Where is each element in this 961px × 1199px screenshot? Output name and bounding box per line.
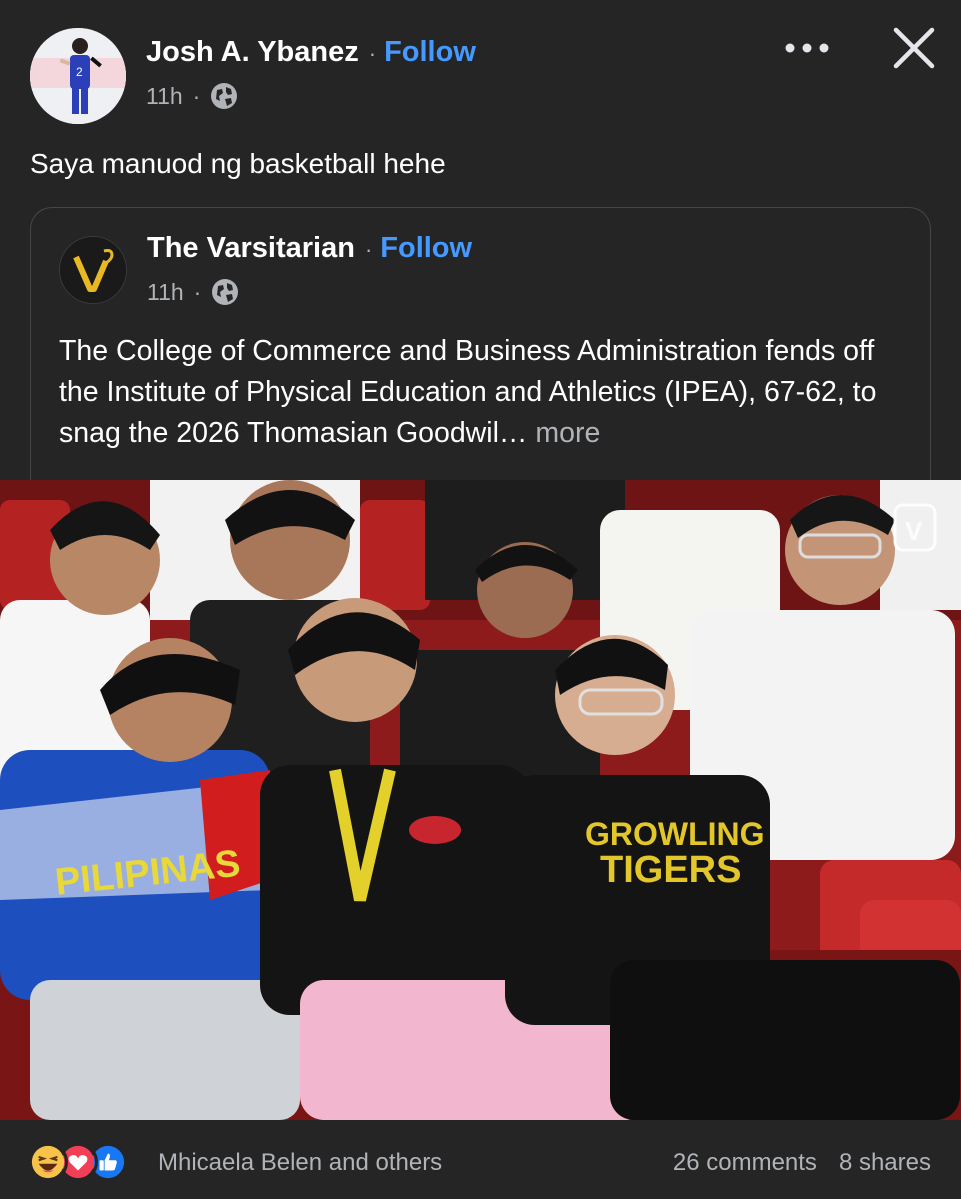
follow-page-button[interactable]: Follow: [380, 232, 472, 265]
globe-icon: [211, 83, 238, 109]
separator-dot: ·: [368, 41, 377, 66]
reactors-text[interactable]: Mhicaela Belen and others: [158, 1149, 442, 1177]
author-avatar[interactable]: 2: [30, 28, 126, 124]
meta-dot: ·: [192, 82, 201, 109]
shared-meta: 11h ·: [147, 278, 239, 306]
photo-watermark: V: [905, 516, 923, 546]
meta-dot: ·: [193, 278, 202, 305]
svg-text:2: 2: [76, 65, 83, 79]
author-name[interactable]: Josh A. Ybanez: [146, 36, 359, 69]
close-icon[interactable]: [892, 26, 936, 70]
separator-dot: ·: [364, 237, 373, 262]
shared-timestamp[interactable]: 11h: [147, 279, 184, 306]
tigers-shirt-text: TIGERS: [600, 849, 741, 891]
shared-page-name[interactable]: The Varsitarian: [147, 232, 355, 265]
shares-count[interactable]: 8 shares: [839, 1149, 931, 1177]
shared-author-line: The Varsitarian · Follow: [147, 232, 472, 265]
post-timestamp[interactable]: 11h: [146, 83, 183, 110]
globe-icon: [212, 279, 239, 305]
post-caption: Saya manuod ng basketball hehe: [30, 148, 446, 179]
post-header: 2 Josh A. Ybanez · Follow 11h ·: [30, 27, 935, 128]
shared-post-text: The College of Commerce and Business Adm…: [59, 331, 909, 454]
reaction-icons[interactable]: [28, 1142, 128, 1182]
avatar-photo-icon: 2: [30, 28, 126, 124]
see-more-link[interactable]: more: [527, 417, 600, 449]
follow-author-button[interactable]: Follow: [384, 36, 476, 69]
shared-text-body: The College of Commerce and Business Adm…: [59, 335, 877, 449]
comments-count[interactable]: 26 comments: [673, 1149, 817, 1177]
shared-post-card[interactable]: The Varsitarian · Follow 11h · The Colle…: [30, 207, 931, 507]
post-photo[interactable]: PILIPINAS GROWLING TIGERS V: [0, 480, 961, 1120]
more-options-icon[interactable]: [782, 38, 832, 58]
varsitarian-logo[interactable]: [59, 236, 127, 304]
growling-shirt-text: GROWLING: [585, 816, 765, 852]
group-photo-icon: PILIPINAS GROWLING TIGERS V: [0, 480, 961, 1120]
post-footer: Mhicaela Belen and others 26 comments 8 …: [0, 1122, 961, 1199]
engagement-counts: 26 comments 8 shares: [673, 1149, 931, 1177]
author-line: Josh A. Ybanez · Follow: [146, 36, 476, 69]
haha-reaction-icon: [28, 1142, 68, 1182]
varsitarian-logo-icon: [60, 237, 126, 303]
post-meta: 11h ·: [146, 82, 238, 110]
